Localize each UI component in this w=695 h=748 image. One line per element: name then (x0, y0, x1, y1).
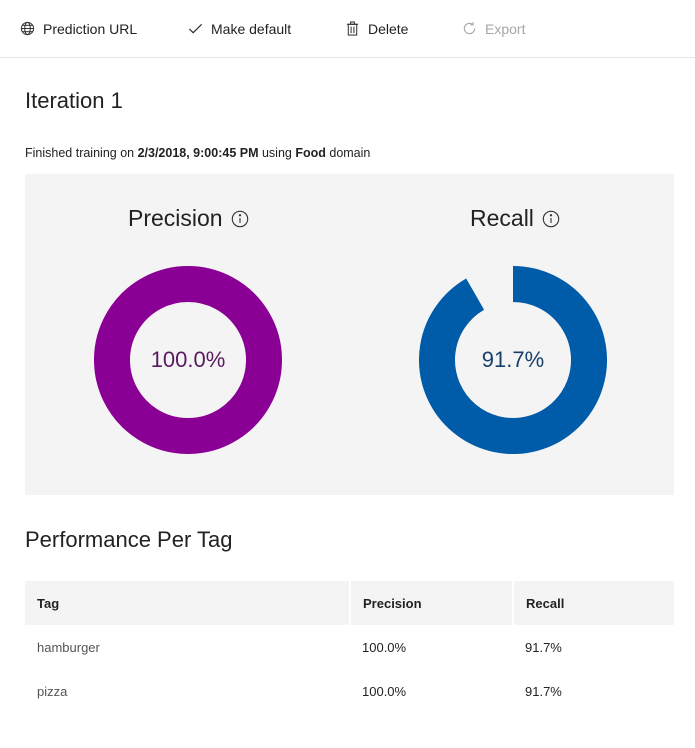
subtitle-suffix: domain (325, 146, 371, 160)
tag-recall: 91.7% (525, 683, 562, 699)
checkmark-icon (188, 21, 204, 37)
export-button[interactable]: Export (462, 19, 525, 39)
iteration-title: Iteration 1 (25, 88, 123, 113)
tag-name: hamburger (37, 639, 100, 655)
table-row[interactable]: pizza 100.0% 91.7% (25, 669, 674, 713)
domain-name: Food (295, 146, 326, 160)
trash-icon (345, 21, 361, 37)
make-default-button[interactable]: Make default (188, 19, 291, 39)
subtitle-mid: using (258, 146, 296, 160)
prediction-url-button[interactable]: Prediction URL (20, 19, 137, 39)
globe-icon (20, 21, 36, 37)
tag-precision: 100.0% (362, 639, 407, 655)
prediction-url-label: Prediction URL (43, 21, 138, 37)
make-default-label: Make default (211, 21, 292, 37)
table-header-row: Tag Precision Recall (25, 581, 674, 625)
precision-heading: Precision (128, 205, 249, 232)
performance-title: Performance Per Tag (25, 527, 233, 552)
column-header-recall[interactable]: Recall (512, 581, 674, 625)
table-row[interactable]: hamburger 100.0% 91.7% (25, 625, 674, 669)
training-date: 2/3/2018, 9:00:45 PM (137, 146, 259, 160)
precision-donut: 100.0% (94, 266, 282, 454)
export-label: Export (485, 21, 526, 37)
info-icon[interactable] (542, 210, 560, 228)
recall-label: Recall (470, 205, 534, 231)
recall-value: 91.7% (481, 347, 545, 372)
precision-label: Precision (128, 205, 223, 231)
tag-name: pizza (37, 683, 68, 699)
tag-recall: 91.7% (525, 639, 562, 655)
info-icon[interactable] (231, 210, 249, 228)
column-header-tag[interactable]: Tag (25, 581, 350, 625)
tag-precision: 100.0% (362, 683, 407, 699)
command-bar: Prediction URL Make default Delete Expor… (0, 0, 695, 58)
column-header-precision[interactable]: Precision (349, 581, 513, 625)
subtitle-prefix: Finished training on (25, 146, 138, 160)
recall-donut: 91.7% (419, 266, 607, 454)
precision-value: 100.0% (150, 347, 226, 372)
metrics-panel: Precision Recall 100.0% 91.7% (25, 174, 674, 495)
delete-button[interactable]: Delete (345, 19, 408, 39)
refresh-icon (462, 21, 478, 37)
recall-heading: Recall (470, 205, 560, 232)
performance-table: Tag Precision Recall hamburger 100.0% 91… (25, 581, 674, 713)
training-status: Finished training on 2/3/2018, 9:00:45 P… (25, 146, 370, 160)
delete-label: Delete (368, 21, 409, 37)
